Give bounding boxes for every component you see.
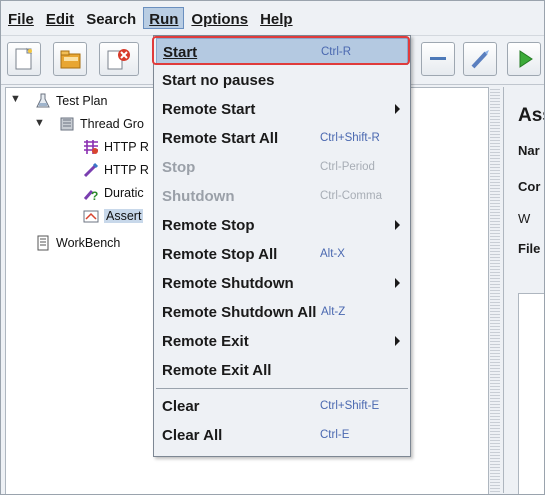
tree-node-test-plan[interactable]: Test Plan [34, 92, 107, 110]
tree-label: Test Plan [56, 94, 108, 108]
menu-item-clear-all[interactable]: Clear All Ctrl-E [156, 422, 408, 449]
menu-item-label: Shutdown [162, 188, 235, 205]
tree-node-duration-assertion[interactable]: ? Duratic [82, 184, 144, 202]
run-menu-popup: Start Ctrl-R Start no pauses Remote Star… [153, 35, 411, 457]
expand-toggle[interactable]: ▼ [10, 93, 21, 105]
run-icon [519, 50, 533, 68]
menu-item-accelerator: Ctrl-Comma [320, 190, 382, 202]
close-button[interactable] [99, 42, 139, 76]
menu-item-remote-stop[interactable]: Remote Stop [156, 212, 408, 239]
thread-group-icon [60, 117, 74, 131]
tree-node-thread-group[interactable]: Thread Gro [58, 115, 144, 133]
menu-run[interactable]: Run [143, 7, 185, 29]
menu-item-label: Remote Shutdown [162, 275, 294, 292]
tree-node-http-request[interactable]: HTTP R [82, 138, 149, 156]
menu-item-label: Remote Start [162, 101, 256, 118]
menu-item-label: Clear All [162, 427, 223, 444]
menu-item-remote-shutdown-all[interactable]: Remote Shutdown All Alt-Z [156, 299, 408, 326]
submenu-arrow-icon [395, 220, 400, 230]
element-config-panel: Ass Nar Cor W File [503, 87, 544, 494]
panel-title: Ass [518, 105, 544, 126]
workbench-icon [37, 235, 49, 251]
collapse-button[interactable] [421, 42, 455, 76]
svg-text:?: ? [91, 189, 98, 202]
expand-toggle[interactable]: ▼ [34, 117, 45, 129]
write-results-label: W [518, 211, 531, 226]
menu-item-stop[interactable]: Stop Ctrl-Period [156, 154, 408, 181]
menu-item-accelerator: Ctrl-E [320, 429, 350, 441]
app-window: File Edit Search Run Options Help ▼ Test… [0, 0, 545, 495]
results-area [518, 293, 544, 494]
menu-item-label: Remote Start All [162, 130, 279, 147]
menu-item-remote-stop-all[interactable]: Remote Stop All Alt-X [156, 241, 408, 268]
menu-item-accelerator: Ctrl+Shift-R [320, 132, 380, 144]
start-button[interactable] [507, 42, 541, 76]
toggle-button[interactable] [463, 42, 497, 76]
duration-assertion-icon: ? [83, 189, 98, 202]
menu-item-remote-shutdown[interactable]: Remote Shutdown [156, 270, 408, 297]
tree-node-http-request[interactable]: HTTP R [82, 161, 149, 179]
menu-item-label: Remote Exit [162, 333, 249, 350]
menu-item-shutdown[interactable]: Shutdown Ctrl-Comma [156, 183, 408, 210]
menu-item-start-no-pauses[interactable]: Start no pauses [156, 67, 408, 94]
menu-help[interactable]: Help [255, 7, 298, 29]
tree-label: Duratic [104, 186, 144, 200]
menu-item-accelerator: Alt-X [320, 248, 345, 260]
menubar: File Edit Search Run Options Help [1, 1, 544, 35]
minus-icon [430, 57, 446, 60]
file-label: File [518, 241, 541, 256]
submenu-arrow-icon [395, 278, 400, 288]
open-button[interactable] [53, 42, 87, 76]
menu-item-accelerator: Ctrl+Shift-E [320, 400, 380, 412]
menu-search[interactable]: Search [81, 7, 141, 29]
menu-item-remote-exit-all[interactable]: Remote Exit All [156, 357, 408, 384]
menu-options[interactable]: Options [186, 7, 253, 29]
menu-options-label: Options [191, 11, 249, 28]
tree-label: Assert [104, 209, 144, 223]
menu-item-label: Start no pauses [162, 72, 275, 89]
menu-item-label: Remote Stop [162, 217, 255, 234]
menu-item-label: Clear [162, 398, 200, 415]
menu-item-remote-start-all[interactable]: Remote Start All Ctrl+Shift-R [156, 125, 408, 152]
tree-label: WorkBench [56, 236, 121, 250]
name-label: Nar [518, 143, 540, 158]
menu-item-remote-start[interactable]: Remote Start [156, 96, 408, 123]
assertion-icon [83, 210, 99, 223]
tree-node-assertion-results[interactable]: Assert [82, 207, 144, 225]
menu-search-label: Search [86, 11, 137, 28]
new-file-icon [15, 47, 33, 70]
menu-item-label: Remote Stop All [162, 246, 278, 263]
menu-file-label: File [8, 11, 34, 28]
menu-separator [156, 388, 408, 389]
menu-item-clear[interactable]: Clear Ctrl+Shift-E [156, 393, 408, 420]
new-button[interactable] [7, 42, 41, 76]
menu-run-label: Run [149, 11, 179, 28]
menu-edit[interactable]: Edit [41, 7, 79, 29]
test-plan-icon [36, 93, 50, 108]
menu-item-label: Remote Shutdown All [162, 304, 317, 321]
comments-label: Cor [518, 179, 541, 194]
menu-help-label: Help [260, 11, 293, 28]
menu-item-accelerator: Ctrl-Period [320, 161, 375, 173]
close-icon [107, 49, 130, 70]
menu-item-accelerator: Alt-Z [321, 306, 346, 318]
open-folder-icon [60, 50, 81, 69]
tree-label: HTTP R [104, 140, 149, 154]
annotation-highlight [152, 36, 410, 65]
menu-file[interactable]: File [3, 7, 39, 29]
wand-icon [471, 50, 489, 69]
tree-node-workbench[interactable]: WorkBench [34, 234, 120, 252]
tree-label: Thread Gro [80, 117, 144, 131]
menu-item-label: Remote Exit All [162, 362, 272, 379]
submenu-arrow-icon [395, 336, 400, 346]
http-request-icon [84, 140, 98, 154]
panel-splitter[interactable] [490, 87, 500, 493]
menu-edit-label: Edit [45, 11, 75, 28]
menu-item-remote-exit[interactable]: Remote Exit [156, 328, 408, 355]
menu-item-label: Stop [162, 159, 196, 176]
tree-label: HTTP R [104, 163, 149, 177]
http-request-icon [83, 162, 99, 178]
submenu-arrow-icon [395, 104, 400, 114]
